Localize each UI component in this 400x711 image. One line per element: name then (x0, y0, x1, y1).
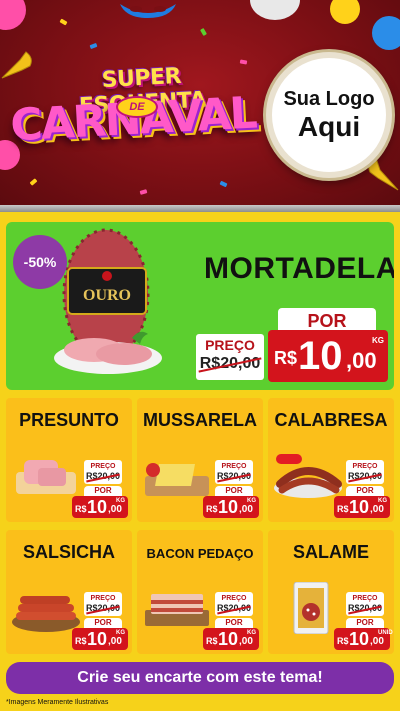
new-price: R$ 10,00 KG (203, 628, 259, 650)
old-price: R$20,00 (216, 603, 252, 613)
discount-badge: -50% (13, 235, 67, 289)
featured-product-card[interactable]: -50% OURO MORTADELA PREÇO R$20,00 POR R$… (6, 222, 394, 390)
new-price: R$ 10,00 KG (334, 496, 390, 518)
new-price: R$ 10,00 KG (72, 496, 128, 518)
brand-ouro: OURO (83, 287, 131, 304)
product-card[interactable]: SALAME PREÇO R$20,00 POR R$ 10,00 UNID (268, 530, 394, 654)
balloon-icon (0, 0, 26, 30)
old-price-box: PREÇO R$20,00 (346, 592, 384, 616)
product-name: CALABRESA (274, 410, 388, 430)
new-price: R$ 10,00 UNID (334, 628, 393, 650)
product-card[interactable]: SALSICHA PREÇO R$20,00 POR R$ 10,00 KG (6, 530, 132, 654)
salame-image (293, 582, 329, 634)
new-price: R$ 10,00 KG (203, 496, 259, 518)
old-price-box: PREÇO R$20,00 (215, 592, 253, 616)
por-label: POR (346, 486, 384, 496)
price-label: PREÇO (221, 463, 247, 470)
product-name: MUSSARELA (142, 410, 257, 430)
logo-placeholder[interactable]: Sua Logo Aqui (266, 52, 392, 178)
confetti (29, 178, 38, 186)
price-label: PREÇO (221, 595, 247, 602)
new-price: R$ 10,00 KG (72, 628, 128, 650)
confetti (200, 27, 207, 37)
product-name: BACON PEDAÇO (146, 546, 254, 561)
confetti (89, 42, 98, 50)
product-name: SALSICHA (22, 542, 115, 562)
por-label: POR (84, 486, 122, 496)
header-banner: SUPER ESQUENTA CARNAVAL DE Sua Logo Aqui (0, 0, 400, 212)
title-de: DE (116, 96, 158, 118)
bacon-image (145, 594, 209, 626)
create-flyer-button[interactable]: Crie seu encarte com este tema! (6, 662, 394, 694)
por-label: POR (215, 618, 253, 628)
disclaimer-text: *Imagens Meramente Ilustrativas (6, 699, 109, 706)
mussarela-image (145, 463, 209, 496)
por-label: POR (84, 618, 122, 628)
logo-line-1: Sua Logo (283, 88, 375, 110)
old-price: R$20,00 (85, 603, 121, 613)
new-price: R$ 10 ,00 KG (268, 330, 388, 382)
por-label: POR (215, 486, 253, 496)
divider (0, 205, 400, 212)
trumpet-icon (1, 51, 32, 79)
old-price-box: PREÇO R$20,00 (346, 460, 384, 484)
salsicha-image (12, 596, 80, 632)
old-price-box: PREÇO R$20,00 (196, 334, 264, 380)
featured-product-name: MORTADELA (204, 252, 394, 285)
old-price: R$20,00 (216, 471, 252, 481)
balloon-icon (372, 16, 400, 50)
calabresa-image (274, 454, 342, 498)
product-card[interactable]: CALABRESA PREÇO R$20,00 POR R$ 10,00 KG (268, 398, 394, 522)
old-price: R$20,00 (85, 471, 121, 481)
old-price: R$20,00 (347, 471, 383, 481)
confetti (239, 59, 248, 65)
logo-line-2: Aqui (297, 111, 361, 142)
confetti (219, 180, 228, 188)
price-label: PREÇO (205, 337, 255, 353)
old-price-box: PREÇO R$20,00 (84, 592, 122, 616)
old-price: R$20,00 (196, 355, 264, 373)
old-price-box: PREÇO R$20,00 (215, 460, 253, 484)
balloon-icon (330, 0, 360, 24)
price-label: PREÇO (90, 463, 116, 470)
old-price: R$20,00 (347, 603, 383, 613)
confetti (139, 189, 148, 195)
product-card[interactable]: PRESUNTO PREÇO R$20,00 POR R$ 10,00 KG (6, 398, 132, 522)
balloon-icon (250, 0, 300, 20)
por-label: POR (346, 618, 384, 628)
carnival-mask-icon (120, 4, 176, 18)
old-price-box: PREÇO R$20,00 (84, 460, 122, 484)
confetti (59, 18, 68, 26)
price-label: PREÇO (90, 595, 116, 602)
product-name: SALAME (293, 542, 369, 562)
price-label: PREÇO (352, 595, 378, 602)
price-label: PREÇO (352, 463, 378, 470)
product-card[interactable]: BACON PEDAÇO PREÇO R$20,00 POR R$ 10,00 KG (137, 530, 263, 654)
product-name: PRESUNTO (19, 410, 119, 430)
product-card[interactable]: MUSSARELA PREÇO R$20,00 POR R$ 10,00 KG (137, 398, 263, 522)
presunto-image (16, 460, 76, 494)
